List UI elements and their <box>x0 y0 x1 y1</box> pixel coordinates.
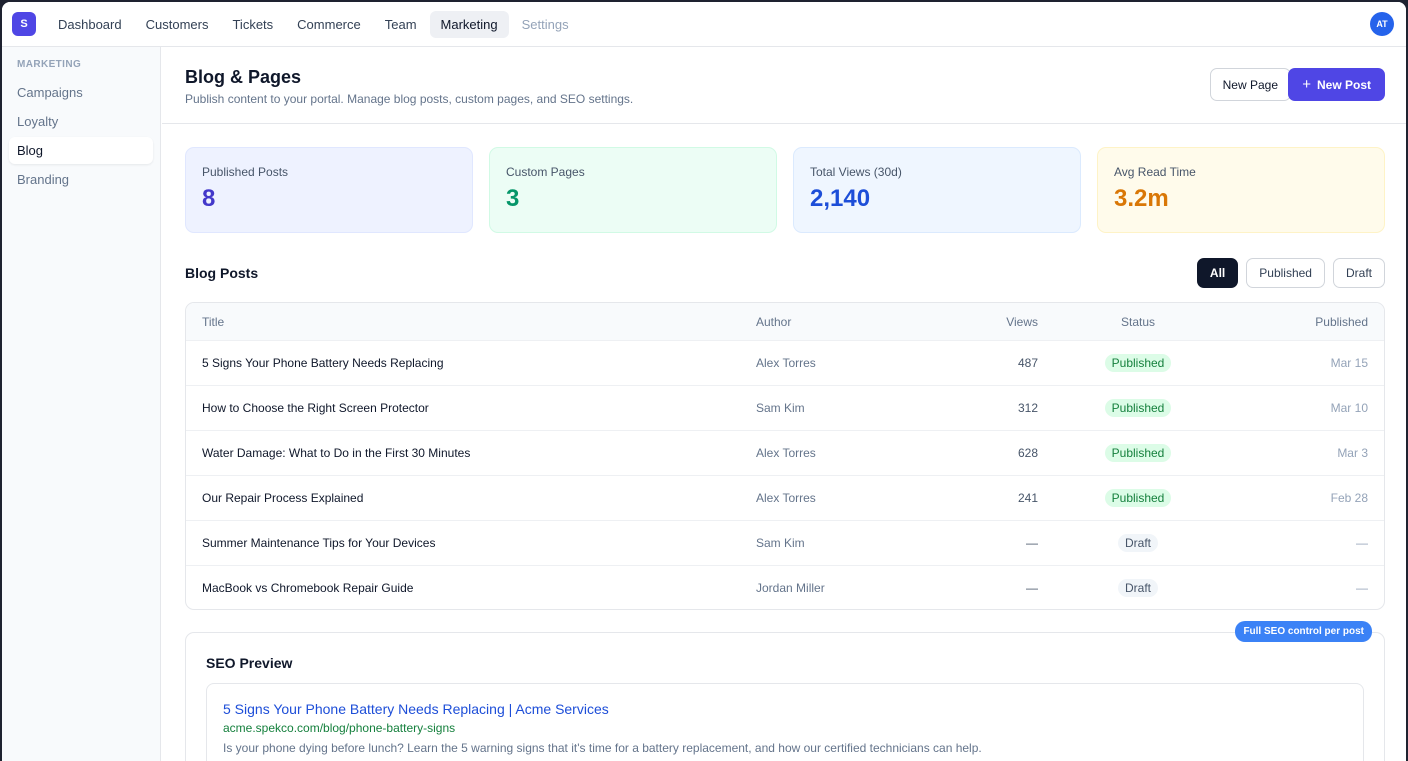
sidebar-item-branding[interactable]: Branding <box>9 166 153 193</box>
blog-posts-title: Blog Posts <box>185 265 259 281</box>
top-nav: S Dashboard Customers Tickets Commerce T… <box>2 2 1406 47</box>
user-avatar[interactable]: AT <box>1370 12 1394 36</box>
nav-team[interactable]: Team <box>374 11 428 38</box>
status-filter-group: All Published Draft <box>1196 258 1385 288</box>
post-title[interactable]: Water Damage: What to Do in the First 30… <box>202 446 756 460</box>
stat-label: Custom Pages <box>506 165 585 179</box>
page-subtitle: Publish content to your portal. Manage b… <box>185 92 634 106</box>
search-result-preview: 5 Signs Your Phone Battery Needs Replaci… <box>206 683 1364 761</box>
app-logo[interactable]: S <box>12 12 36 36</box>
table-row[interactable]: MacBook vs Chromebook Repair Guide Jorda… <box>186 565 1384 609</box>
post-author: Alex Torres <box>756 491 816 505</box>
column-header-views[interactable]: Views <box>946 315 1038 329</box>
stat-value: 3.2m <box>1114 185 1169 212</box>
column-header-status[interactable]: Status <box>1038 315 1238 329</box>
post-title[interactable]: Summer Maintenance Tips for Your Devices <box>202 536 756 550</box>
stat-value: 2,140 <box>810 185 871 212</box>
status-badge: Draft <box>1117 578 1158 597</box>
status-badge: Published <box>1104 444 1172 462</box>
table-row[interactable]: How to Choose the Right Screen Protector… <box>186 385 1384 430</box>
nav-commerce[interactable]: Commerce <box>286 11 372 38</box>
post-title[interactable]: 5 Signs Your Phone Battery Needs Replaci… <box>202 356 756 370</box>
column-header-title[interactable]: Title <box>202 315 756 329</box>
table-header: Title Author Views Status Published <box>186 303 1384 340</box>
post-published-date: — <box>1356 580 1368 595</box>
page-title: Blog & Pages <box>185 67 302 87</box>
post-author: Sam Kim <box>756 401 805 415</box>
sidebar-heading: MARKETING <box>17 59 82 70</box>
serp-title-link[interactable]: 5 Signs Your Phone Battery Needs Replaci… <box>223 701 1347 717</box>
status-badge: Draft <box>1117 534 1158 552</box>
nav-dashboard[interactable]: Dashboard <box>47 11 133 38</box>
post-views: 487 <box>1017 356 1038 370</box>
sidebar: MARKETING Campaigns Loyalty Blog Brandin… <box>2 47 161 761</box>
stat-card-published-posts: Published Posts 8 <box>185 147 473 233</box>
stat-card-total-views: Total Views (30d) 2,140 <box>793 147 1081 233</box>
nav-customers[interactable]: Customers <box>135 11 220 38</box>
new-page-button[interactable]: New Page <box>1209 68 1291 101</box>
stat-label: Published Posts <box>202 165 289 179</box>
stat-value: 8 <box>202 185 216 212</box>
plus-icon: + <box>1302 76 1311 93</box>
post-published-date: — <box>1356 536 1368 550</box>
nav-tickets[interactable]: Tickets <box>221 11 284 38</box>
column-header-author[interactable]: Author <box>756 315 946 329</box>
sidebar-item-loyalty[interactable]: Loyalty <box>9 108 153 135</box>
table-row[interactable]: Summer Maintenance Tips for Your Devices… <box>186 520 1384 565</box>
post-title[interactable]: Our Repair Process Explained <box>202 491 756 505</box>
blog-posts-table: Title Author Views Status Published 5 Si… <box>185 302 1385 610</box>
post-title[interactable]: How to Choose the Right Screen Protector <box>202 401 756 415</box>
post-author: Alex Torres <box>756 446 816 460</box>
stat-label: Avg Read Time <box>1114 165 1196 179</box>
new-post-label: New Post <box>1316 77 1371 92</box>
column-header-published[interactable]: Published <box>1238 315 1368 329</box>
table-row[interactable]: Water Damage: What to Do in the First 30… <box>186 430 1384 475</box>
status-badge: Published <box>1104 399 1172 417</box>
status-badge: Published <box>1104 354 1172 372</box>
app-window: S Dashboard Customers Tickets Commerce T… <box>2 2 1406 761</box>
table-row[interactable]: 5 Signs Your Phone Battery Needs Replaci… <box>186 340 1384 385</box>
post-published-date: Mar 15 <box>1330 356 1368 370</box>
post-views: — <box>1026 536 1038 550</box>
post-author: Alex Torres <box>756 356 816 370</box>
serp-description: Is your phone dying before lunch? Learn … <box>223 741 982 755</box>
filter-draft[interactable]: Draft <box>1332 258 1385 288</box>
post-author: Sam Kim <box>756 536 805 550</box>
post-published-date: Mar 10 <box>1330 401 1368 415</box>
post-title[interactable]: MacBook vs Chromebook Repair Guide <box>202 581 756 595</box>
seo-feature-pill: Full SEO control per post <box>1235 621 1372 642</box>
post-views: 241 <box>1017 491 1038 505</box>
post-author: Jordan Miller <box>756 580 825 595</box>
seo-preview-title: SEO Preview <box>206 655 293 671</box>
status-badge: Published <box>1104 489 1172 507</box>
new-post-button[interactable]: + New Post <box>1288 68 1385 101</box>
stats-row: Published Posts 8 Custom Pages 3 Total V… <box>185 147 1385 233</box>
nav-settings[interactable]: Settings <box>511 11 580 38</box>
stat-value: 3 <box>506 185 520 212</box>
seo-preview-card: Full SEO control per post SEO Preview 5 … <box>185 621 1385 761</box>
page-header: Blog & Pages Publish content to your por… <box>162 47 1406 124</box>
post-views: — <box>1026 580 1038 595</box>
post-views: 312 <box>1017 401 1038 415</box>
filter-all[interactable]: All <box>1196 258 1239 288</box>
main-content: Blog & Pages Publish content to your por… <box>162 47 1406 761</box>
post-views: 628 <box>1017 446 1038 460</box>
stat-card-avg-read-time: Avg Read Time 3.2m <box>1097 147 1385 233</box>
serp-url: acme.spekco.com/blog/phone-battery-signs <box>223 721 456 735</box>
table-row[interactable]: Our Repair Process Explained Alex Torres… <box>186 475 1384 520</box>
stat-label: Total Views (30d) <box>810 165 902 179</box>
sidebar-item-blog[interactable]: Blog <box>9 137 153 164</box>
sidebar-item-campaigns[interactable]: Campaigns <box>9 79 153 106</box>
post-published-date: Mar 3 <box>1337 446 1368 460</box>
nav-marketing[interactable]: Marketing <box>429 10 509 38</box>
filter-published[interactable]: Published <box>1246 258 1325 288</box>
post-published-date: Feb 28 <box>1330 491 1368 505</box>
stat-card-custom-pages: Custom Pages 3 <box>489 147 777 233</box>
